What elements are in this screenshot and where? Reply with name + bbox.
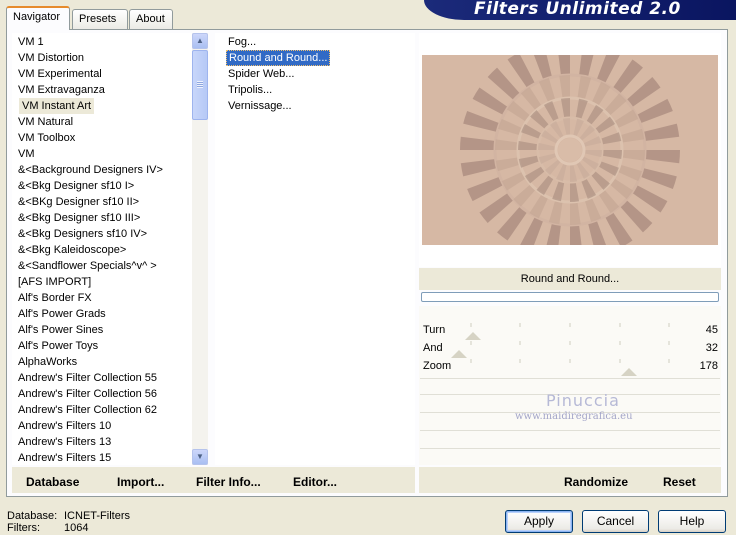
database-value: ICNET-Filters <box>64 510 130 522</box>
category-item[interactable]: VM Extravaganza <box>18 82 105 98</box>
right-button-bar: Randomize Reset <box>419 467 721 493</box>
category-item[interactable]: VM Distortion <box>18 50 84 66</box>
app-banner: Filters Unlimited 2.0 <box>424 0 736 20</box>
param-value: 178 <box>699 360 718 372</box>
cancel-button[interactable]: Cancel <box>582 510 649 533</box>
category-item[interactable]: Andrew's Filter Collection 56 <box>18 386 157 402</box>
slider-thumb[interactable] <box>465 332 481 340</box>
category-item[interactable]: VM Experimental <box>18 66 102 82</box>
filters-label: Filters: <box>7 522 40 534</box>
category-item[interactable]: &<Background Designers IV> <box>18 162 163 178</box>
scroll-thumb[interactable] <box>192 50 208 120</box>
slider-turn[interactable]: Turn 45 <box>419 322 721 340</box>
import-button[interactable]: Import... <box>117 475 164 489</box>
category-item[interactable]: VM Natural <box>18 114 73 130</box>
filter-item[interactable]: Fog... <box>226 34 258 50</box>
filter-info-button[interactable]: Filter Info... <box>196 475 261 489</box>
apply-button[interactable]: Apply <box>505 510 573 533</box>
category-item[interactable]: VM 1 <box>18 34 44 50</box>
filter-item[interactable]: Tripolis... <box>226 82 274 98</box>
param-label: And <box>423 342 443 354</box>
filter-list[interactable]: Fog... Round and Round... Spider Web... Tri… <box>215 33 415 465</box>
slider-thumb[interactable] <box>621 368 637 376</box>
param-value: 32 <box>705 342 718 354</box>
empty-param-row <box>420 448 720 464</box>
filter-item[interactable]: Spider Web... <box>226 66 296 82</box>
category-item[interactable]: Andrew's Filters 13 <box>18 434 111 450</box>
category-item[interactable]: &<Bkg Designer sf10 III> <box>18 210 140 226</box>
category-list[interactable]: VM 1 VM Distortion VM Experimental VM Extra… <box>12 33 208 465</box>
category-item[interactable]: Andrew's Filter Collection 62 <box>18 402 157 418</box>
database-button[interactable]: Database <box>26 475 79 489</box>
category-item[interactable]: VM Instant Art <box>19 98 95 114</box>
status-database: Database: ICNET-Filters <box>7 510 130 522</box>
status-filters: Filters: 1064 <box>7 522 88 534</box>
tab-navigator[interactable]: Navigator <box>6 6 70 30</box>
slider-and[interactable]: And 32 <box>419 340 721 358</box>
category-item[interactable]: Andrew's Filters 15 <box>18 450 111 465</box>
watermark-url: www.maidiregrafica.eu <box>515 411 633 422</box>
filter-item[interactable]: Vernissage... <box>226 98 294 114</box>
category-item[interactable]: &<Bkg Designer sf10 I> <box>18 178 134 194</box>
category-item[interactable]: &<Bkg Designers sf10 IV> <box>18 226 147 242</box>
category-item[interactable]: Alf's Power Toys <box>18 338 98 354</box>
preview-image <box>422 55 718 245</box>
category-item[interactable]: VM Toolbox <box>18 130 75 146</box>
scroll-down-icon[interactable]: ▼ <box>192 449 208 465</box>
category-item[interactable]: Alf's Power Sines <box>18 322 103 338</box>
param-label: Turn <box>423 324 446 336</box>
category-item[interactable]: Alf's Border FX <box>18 290 92 306</box>
tab-about[interactable]: About <box>129 9 173 29</box>
help-button[interactable]: Help <box>658 510 726 533</box>
category-item[interactable]: &<Bkg Kaleidoscope> <box>18 242 126 258</box>
preview-area <box>419 33 721 267</box>
left-button-bar: Database Import... Filter Info... Editor… <box>12 467 415 493</box>
category-item[interactable]: Andrew's Filter Collection 55 <box>18 370 157 386</box>
category-item[interactable]: AlphaWorks <box>18 354 77 370</box>
param-value: 45 <box>705 324 718 336</box>
parameter-panel: Turn 45 And 32 Zoom 178 <box>419 306 721 465</box>
editor-button[interactable]: Editor... <box>293 475 337 489</box>
empty-param-row <box>420 430 720 446</box>
filter-item[interactable]: Round and Round... <box>226 50 331 66</box>
filter-name-label: Round and Round... <box>419 268 721 290</box>
tab-presets[interactable]: Presets <box>72 9 128 29</box>
param-label: Zoom <box>423 360 452 372</box>
scroll-up-icon[interactable]: ▲ <box>192 33 208 49</box>
randomize-button[interactable]: Randomize <box>564 475 628 489</box>
watermark-name: Pinuccia <box>546 391 620 410</box>
slider-thumb[interactable] <box>451 350 467 358</box>
category-item[interactable]: [AFS IMPORT] <box>18 274 91 290</box>
category-item[interactable]: Alf's Power Grads <box>18 306 106 322</box>
slider-zoom[interactable]: Zoom 178 <box>419 358 721 376</box>
database-label: Database: <box>7 510 58 522</box>
filters-value: 1064 <box>64 522 89 534</box>
banner-title: Filters Unlimited 2.0 <box>474 0 681 19</box>
reset-button[interactable]: Reset <box>663 475 696 489</box>
category-item[interactable]: &<Sandflower Specials^v^ > <box>18 258 157 274</box>
category-item[interactable]: VM <box>18 146 35 162</box>
slider-track <box>470 359 670 363</box>
category-item[interactable]: &<BKg Designer sf10 II> <box>18 194 139 210</box>
category-scrollbar[interactable]: ▲ ▼ <box>192 33 208 465</box>
category-item[interactable]: Andrew's Filters 10 <box>18 418 111 434</box>
progress-bar <box>421 292 719 302</box>
